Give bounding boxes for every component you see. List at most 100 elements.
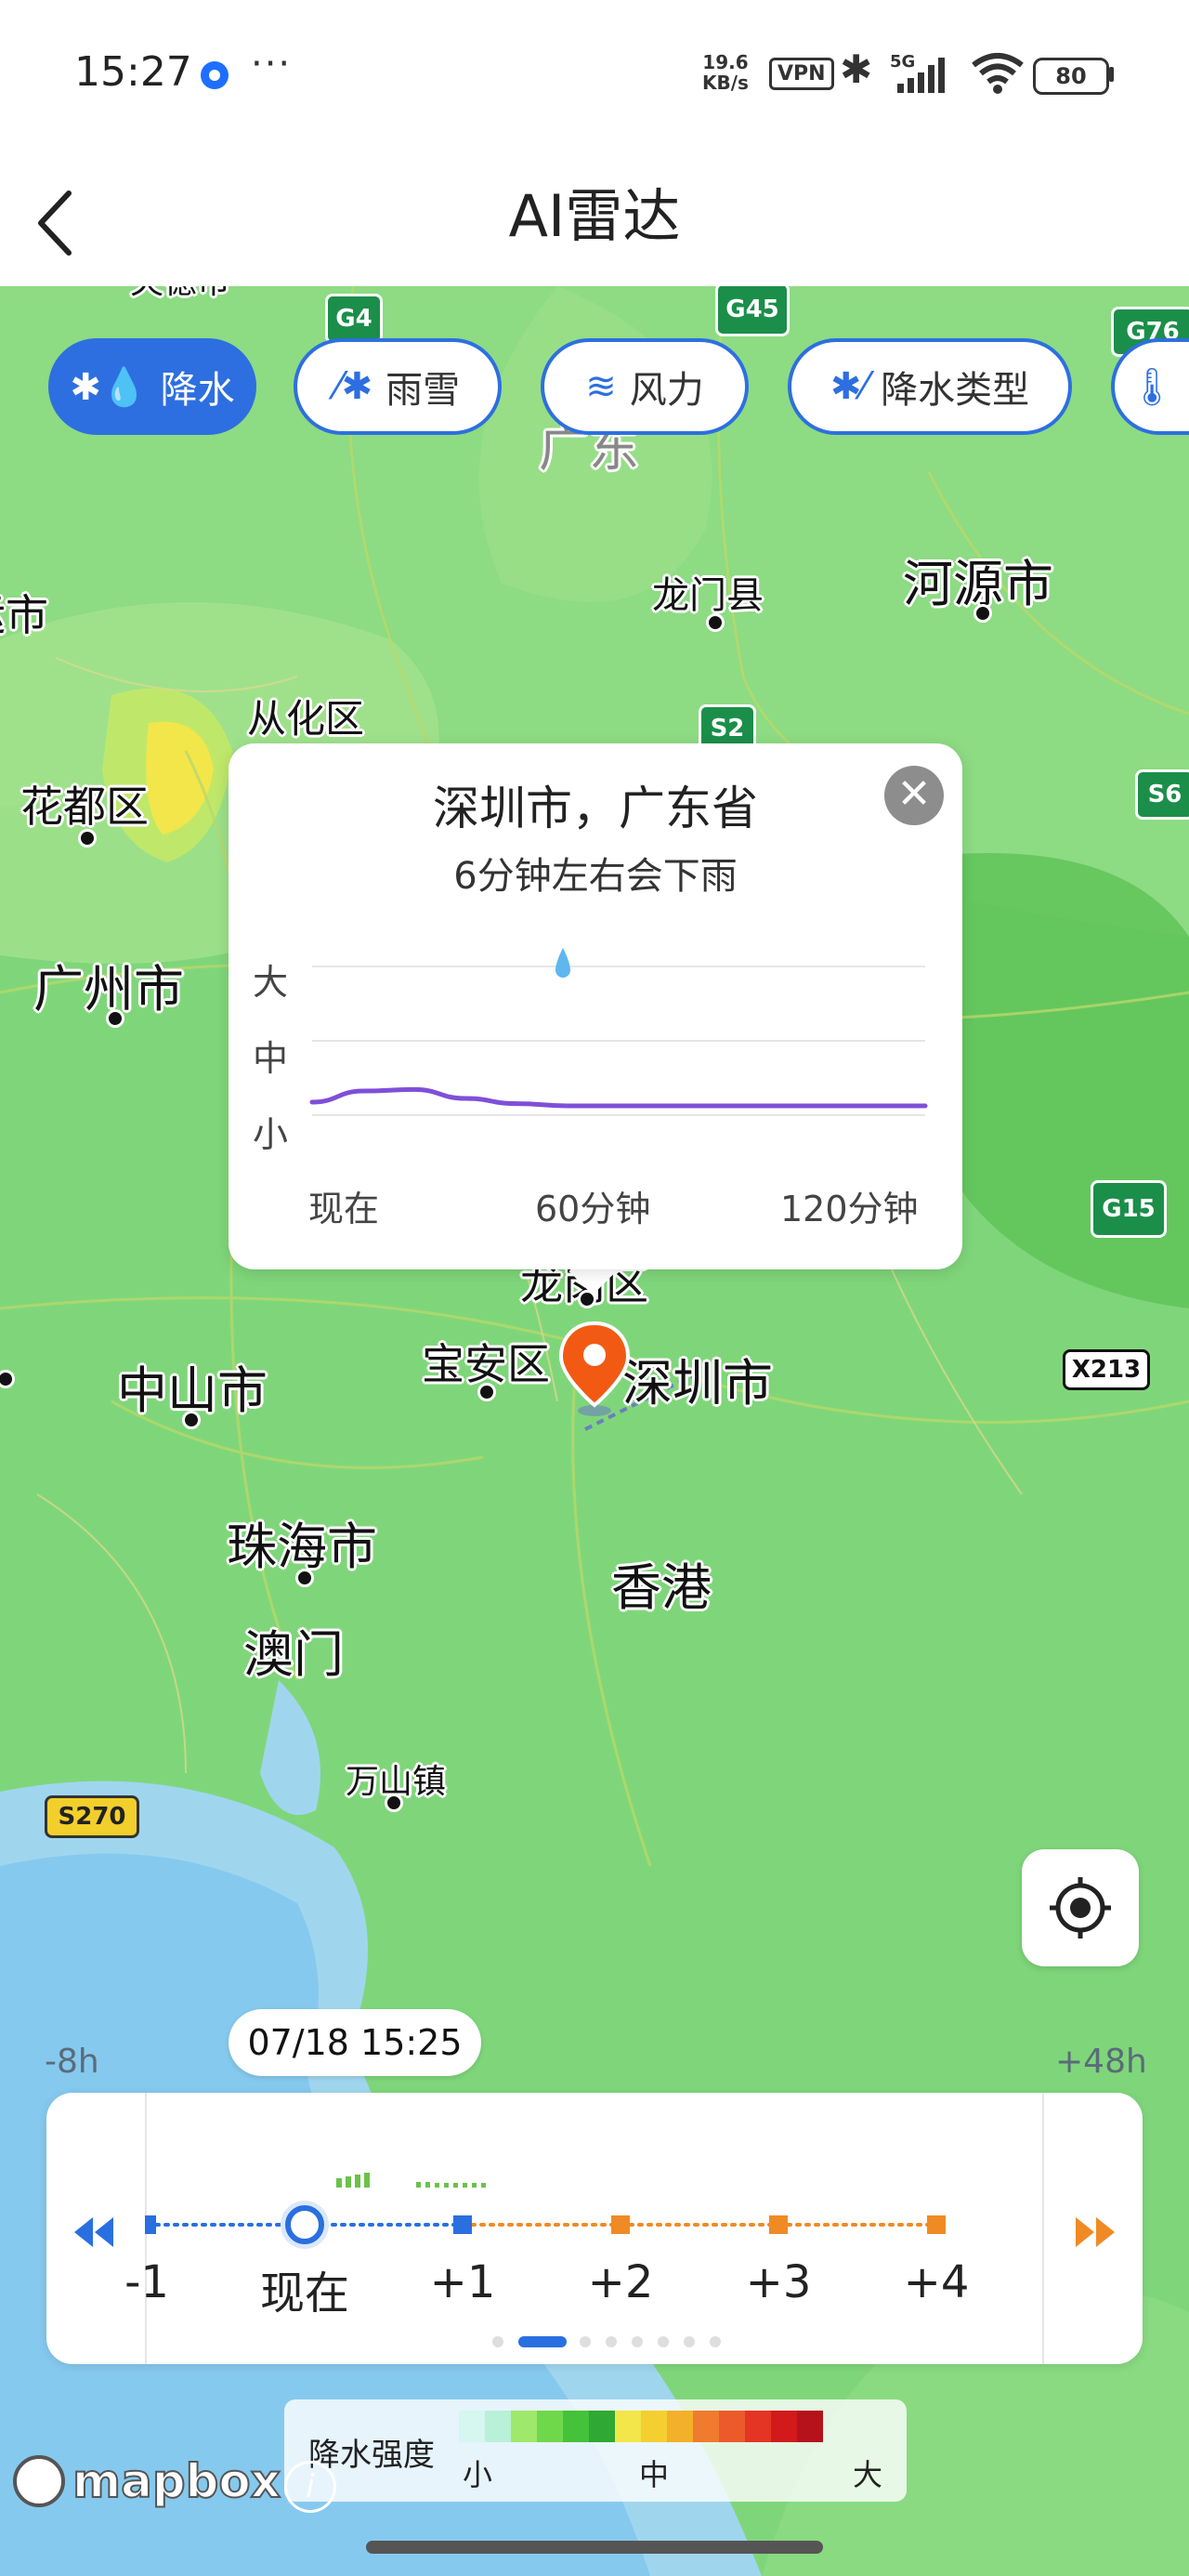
legend-swatch	[459, 2411, 485, 2442]
status-time: 15:27	[74, 48, 192, 96]
timeline-marker	[611, 2215, 630, 2234]
rewind-button[interactable]	[71, 2214, 117, 2254]
chart-x-label-now: 现在	[308, 1189, 380, 1229]
fast-forward-button[interactable]	[1072, 2214, 1118, 2254]
map-label-hongkong: 香港	[611, 1558, 712, 1617]
legend-swatch	[693, 2411, 719, 2442]
chip-label: 降水类型	[881, 369, 1030, 412]
timeline-label[interactable]: 现在	[249, 2256, 360, 2321]
legend-low: 小	[463, 2457, 493, 2492]
map-label-top-city: 失德市	[130, 286, 230, 303]
city-dot-huadu	[78, 829, 97, 848]
raindrop-icon	[555, 948, 570, 978]
highway-shield-g45: G45	[715, 286, 790, 336]
map-label-zhuhai: 珠海市	[227, 1518, 377, 1576]
page-dot	[684, 2336, 695, 2347]
timeline-marker	[145, 2215, 156, 2234]
page-dot	[710, 2336, 721, 2347]
chart-series-line	[309, 1086, 928, 1109]
timeline-divider-right	[1042, 2093, 1044, 2364]
precip-mini-bars	[336, 2173, 486, 2188]
legend-swatch	[719, 2411, 745, 2442]
highway-shield-s6: S6	[1135, 769, 1189, 820]
chip-precip-type[interactable]: ✱⁄ 降水类型	[788, 338, 1072, 435]
legend-swatch	[615, 2411, 641, 2442]
map-label-shenzhen: 深圳市	[622, 1354, 773, 1413]
legend-mid: 中	[639, 2457, 670, 2492]
chip-wind[interactable]: ≋ 风力	[541, 338, 749, 435]
chip-rain-snow[interactable]: ⁄✱ 雨雪	[294, 338, 502, 435]
page-dot	[518, 2336, 567, 2347]
status-bar: 15:27 ··· 19.6 KB/s VPN ✱ 5G 80	[0, 0, 1189, 149]
legend-swatch	[797, 2411, 823, 2442]
vpn-badge: VPN	[769, 58, 834, 90]
legend-swatch	[667, 2411, 693, 2442]
crosshair-icon	[1050, 1877, 1111, 1939]
rewind-icon	[74, 2217, 113, 2247]
timeline-marker	[453, 2215, 472, 2234]
legend-swatch	[641, 2411, 667, 2442]
fast-forward-icon	[1076, 2217, 1115, 2247]
legend-swatch	[745, 2411, 771, 2442]
selected-time-chip: 07/18 15:25	[229, 2009, 481, 2076]
header: AI雷达	[0, 149, 1189, 286]
timeline-label[interactable]: +1	[407, 2256, 518, 2308]
timeline-label[interactable]: +3	[723, 2256, 834, 2308]
chip-precipitation[interactable]: ✱💧 降水	[48, 338, 256, 435]
map-label-longmen: 龙门县	[652, 574, 764, 617]
bluetooth-icon: ✱	[840, 46, 873, 92]
net-speed: 19.6 KB/s	[702, 52, 749, 93]
mapbox-logo[interactable]: mapbox	[13, 2451, 281, 2511]
legend-swatch	[563, 2411, 589, 2442]
timeline-label[interactable]: +2	[565, 2256, 676, 2308]
city-dot-wanshan	[385, 1794, 403, 1812]
rain-snow-icon: ⁄✱	[334, 365, 373, 408]
range-end-label: +48h	[1055, 2043, 1147, 2081]
popup-subtitle: 6分钟左右会下雨	[453, 855, 738, 898]
cellular-signal-icon: 5G	[888, 52, 962, 102]
timeline-label[interactable]: +4	[881, 2256, 992, 2308]
chart-y-label-mid: 中	[253, 1038, 289, 1079]
precip-chart	[309, 948, 928, 1116]
close-button[interactable]: ✕	[884, 766, 944, 825]
app-notification-icon	[201, 61, 229, 89]
map-label-conghua: 从化区	[247, 696, 365, 742]
chart-x-label-60: 60分钟	[535, 1189, 651, 1229]
timeline-panel[interactable]: -1 现在 +1 +2 +3 +4	[46, 2093, 1143, 2364]
legend-swatch	[485, 2411, 511, 2442]
map-label-huizhou: 运市	[0, 590, 48, 640]
page-dot	[658, 2336, 669, 2347]
precip-legend: 降水强度 小 中 大	[284, 2399, 907, 2502]
timeline-label[interactable]: -1	[91, 2256, 203, 2308]
highway-shield-g4: G4	[325, 294, 383, 344]
city-dot-zhongshan	[182, 1411, 201, 1429]
chip-label: 风力	[629, 369, 704, 412]
close-icon: ✕	[896, 770, 932, 818]
legend-color-scale	[459, 2411, 823, 2442]
page-dot	[606, 2336, 617, 2347]
page-title: AI雷达	[508, 182, 681, 250]
page-indicator	[46, 2333, 1143, 2351]
network-type: 5G	[890, 52, 915, 72]
info-button[interactable]: i	[284, 2461, 336, 2513]
forecast-popup: 深圳市，广东省 6分钟左右会下雨 ✕ 大 中 小 现在 60分钟 120分钟	[229, 743, 962, 1269]
net-speed-unit: KB/s	[702, 72, 749, 94]
road-shield-s270: S270	[45, 1795, 139, 1838]
rain-drops-icon: ✱💧	[70, 365, 148, 409]
city-dot-zhuhai	[295, 1569, 314, 1587]
timeline-marker	[769, 2215, 788, 2234]
city-dot-guangzhou	[106, 1009, 124, 1028]
battery-icon: 80	[1033, 58, 1109, 95]
locate-me-button[interactable]	[1022, 1849, 1139, 1966]
chart-y-label-high: 大	[253, 962, 289, 1003]
home-indicator[interactable]	[366, 2541, 823, 2554]
popup-title: 深圳市，广东省	[433, 782, 758, 835]
page-dot	[632, 2336, 643, 2347]
city-dot-longmen	[706, 613, 725, 632]
timeline-marker	[927, 2215, 946, 2234]
thermometer-icon: 🌡	[1128, 365, 1176, 409]
legend-swatch	[537, 2411, 563, 2442]
chip-label: 降水	[160, 369, 235, 412]
page-dot	[580, 2336, 591, 2347]
timeline-track	[145, 2173, 946, 2249]
